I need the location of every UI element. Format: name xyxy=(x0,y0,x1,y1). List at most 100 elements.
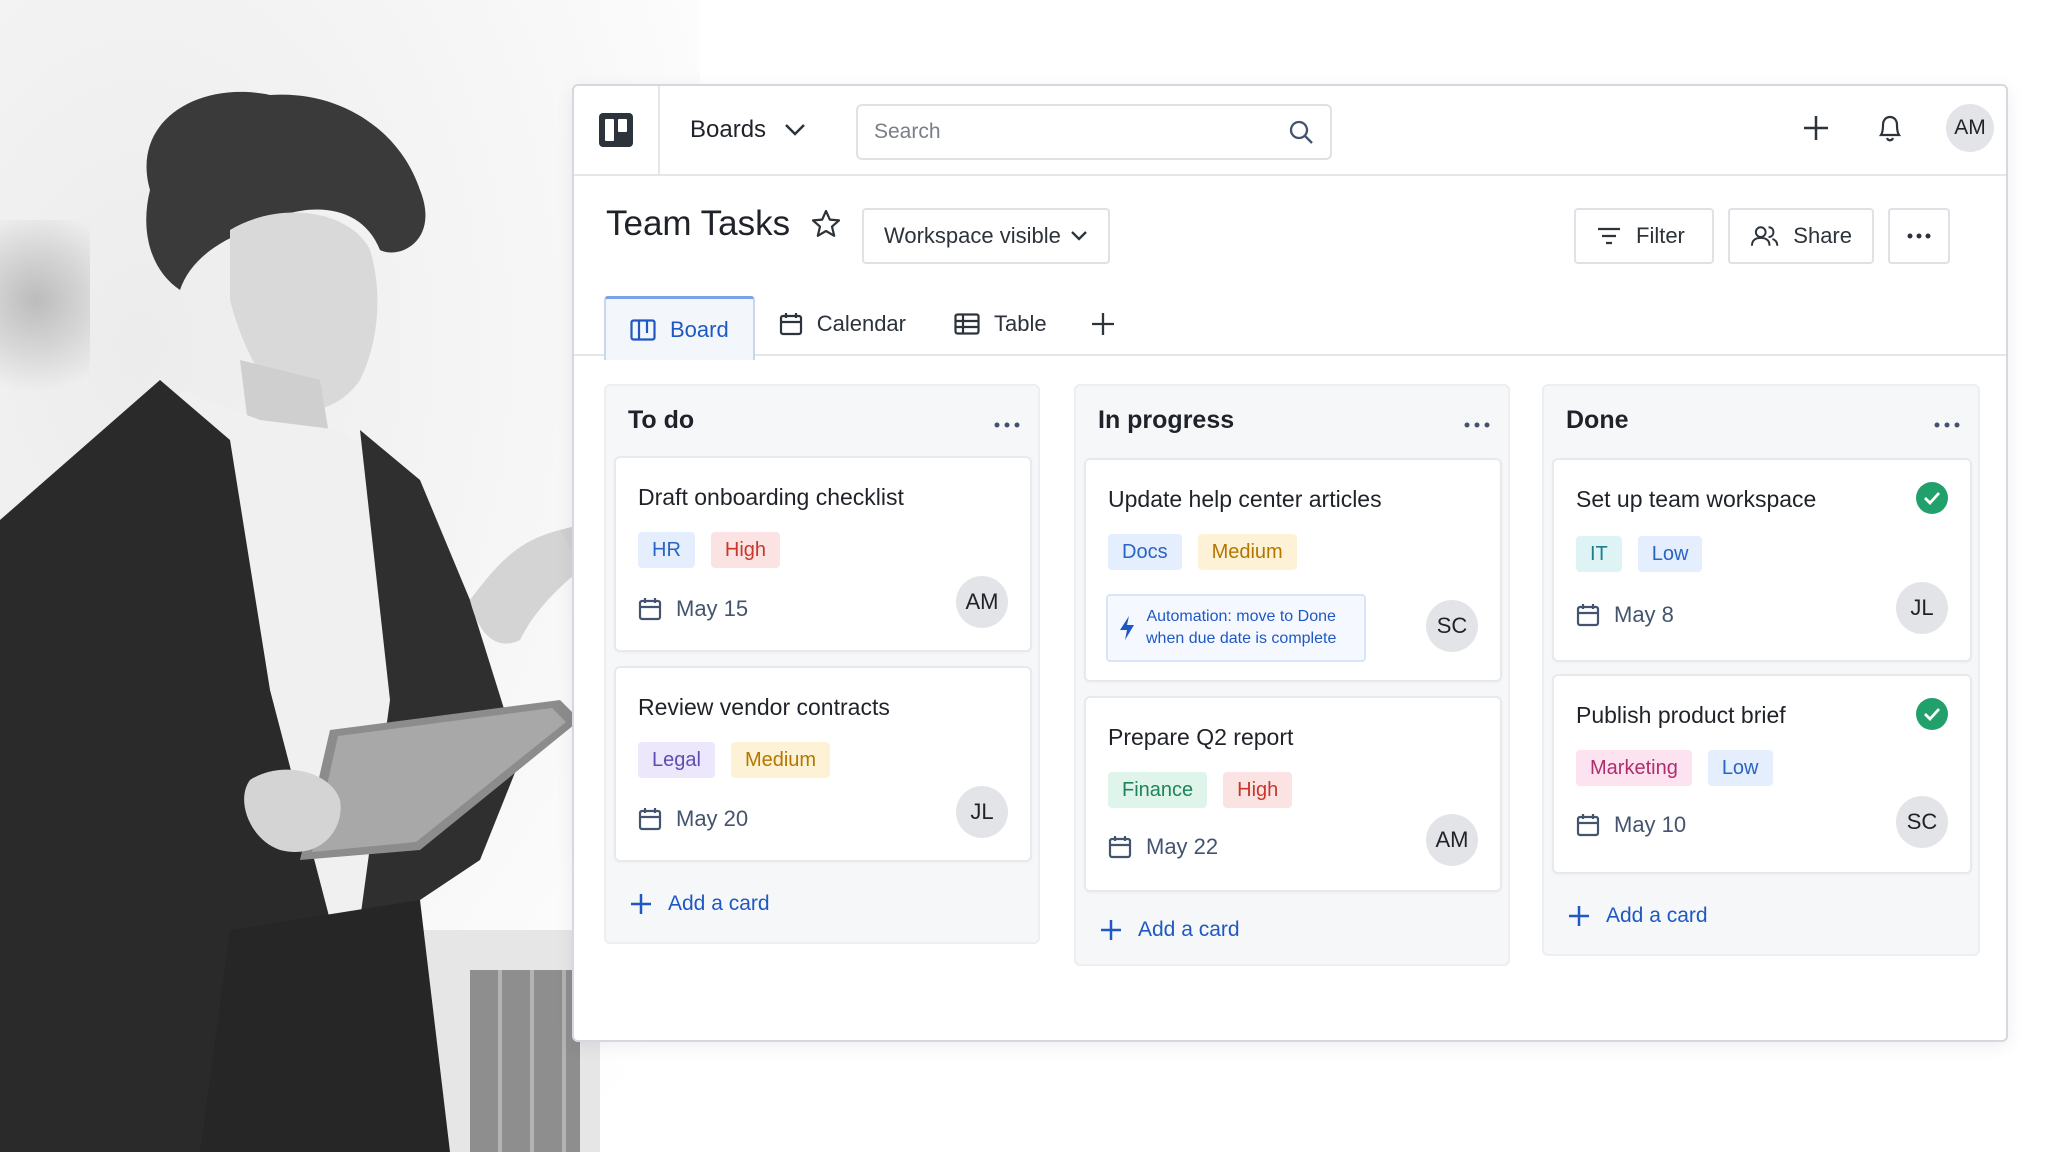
add-card-button[interactable]: Add a card xyxy=(1100,918,1240,942)
user-avatar[interactable]: AM xyxy=(1946,104,1994,152)
search-bar[interactable] xyxy=(856,104,1332,160)
star-icon xyxy=(811,209,841,237)
board-title: Team Tasks xyxy=(606,204,791,243)
column-more-button[interactable] xyxy=(1934,404,1960,435)
filter-icon xyxy=(1598,227,1620,245)
plus-icon xyxy=(1569,906,1589,926)
share-button[interactable]: Share xyxy=(1728,208,1874,264)
column-more-button[interactable] xyxy=(1464,404,1490,435)
boards-logo-icon xyxy=(599,113,633,147)
column-more-button[interactable] xyxy=(994,404,1020,435)
complete-check-icon xyxy=(1916,698,1948,730)
add-card-label: Add a card xyxy=(668,892,770,915)
assignee-avatar[interactable]: SC xyxy=(1426,600,1478,652)
logo-container[interactable] xyxy=(574,86,660,175)
card-title: Draft onboarding checklist xyxy=(638,484,904,510)
visibility-label: Workspace visible xyxy=(884,223,1061,248)
board-view-icon xyxy=(630,318,656,341)
due-date-text: May 20 xyxy=(676,806,749,831)
tag[interactable]: Marketing xyxy=(1576,750,1692,786)
lightning-icon xyxy=(1120,616,1134,640)
tag[interactable]: Legal xyxy=(638,742,715,778)
column-title: Done xyxy=(1566,406,1629,434)
add-card-button[interactable]: Add a card xyxy=(1568,904,1708,928)
priority-tag[interactable]: Low xyxy=(1637,536,1703,572)
calendar-icon xyxy=(638,808,662,831)
tab-table[interactable]: Table xyxy=(930,292,1071,356)
assignee-avatar[interactable]: SC xyxy=(1896,796,1948,848)
due-date: May 8 xyxy=(1576,602,1674,628)
priority-tag[interactable]: Medium xyxy=(1197,534,1297,570)
tag[interactable]: HR xyxy=(638,532,695,568)
card-title: Prepare Q2 report xyxy=(1108,724,1294,750)
calendar-icon xyxy=(1576,814,1600,837)
task-card[interactable]: Set up team workspace IT Low May 8 JL xyxy=(1552,458,1972,662)
star-button[interactable] xyxy=(810,208,842,245)
view-tabs: Board Calendar Table xyxy=(604,292,1135,362)
bell-icon xyxy=(1878,115,1902,142)
more-horizontal-icon xyxy=(994,422,1020,428)
calendar-icon xyxy=(1576,604,1600,627)
assignee-avatar[interactable]: JL xyxy=(956,786,1008,838)
due-date: May 10 xyxy=(1576,812,1686,838)
calendar-icon xyxy=(1108,836,1132,859)
card-tags: Finance High xyxy=(1108,772,1293,808)
create-button[interactable] xyxy=(1798,110,1834,146)
add-card-label: Add a card xyxy=(1606,904,1708,927)
task-card[interactable]: Draft onboarding checklist HR High May 1… xyxy=(614,456,1032,652)
add-card-label: Add a card xyxy=(1138,918,1240,941)
search-input[interactable] xyxy=(874,120,1254,144)
plus-icon xyxy=(1091,313,1114,335)
due-date-text: May 8 xyxy=(1614,602,1674,627)
priority-tag[interactable]: Low xyxy=(1707,750,1773,786)
assignee-avatar[interactable]: AM xyxy=(956,576,1008,628)
plus-icon xyxy=(1101,920,1121,940)
task-card[interactable]: Publish product brief Marketing Low May … xyxy=(1552,674,1972,874)
tag[interactable]: Finance xyxy=(1108,772,1208,808)
card-title: Update help center articles xyxy=(1108,486,1382,512)
assignee-avatar[interactable]: JL xyxy=(1896,582,1948,634)
calendar-icon xyxy=(638,598,662,621)
card-tags: Legal Medium xyxy=(638,742,831,778)
more-horizontal-icon xyxy=(1464,422,1490,428)
column-title: To do xyxy=(628,406,695,434)
boards-menu-button[interactable]: Boards xyxy=(690,116,806,144)
card-tags: Marketing Low xyxy=(1576,750,1773,786)
card-title: Publish product brief xyxy=(1576,702,1786,728)
task-card[interactable]: Prepare Q2 report Finance High May 22 AM xyxy=(1084,696,1502,892)
tab-calendar-label: Calendar xyxy=(816,311,906,336)
chevron-down-icon xyxy=(785,124,805,136)
plus-icon xyxy=(1804,116,1828,140)
complete-check-icon xyxy=(1916,482,1948,514)
tab-calendar[interactable]: Calendar xyxy=(755,292,930,356)
board-more-button[interactable] xyxy=(1888,208,1950,264)
priority-tag[interactable]: High xyxy=(710,532,781,568)
tag[interactable]: IT xyxy=(1576,536,1622,572)
priority-tag[interactable]: High xyxy=(1223,772,1293,808)
visibility-dropdown[interactable]: Workspace visible xyxy=(862,208,1110,264)
calendar-icon xyxy=(779,313,802,336)
automation-line-1: Automation: move to Done xyxy=(1146,608,1336,625)
table-icon xyxy=(954,313,980,335)
tag[interactable]: Docs xyxy=(1108,534,1182,570)
add-card-button[interactable]: Add a card xyxy=(630,892,770,916)
card-tags: HR High xyxy=(638,532,781,568)
filter-button[interactable]: Filter xyxy=(1574,208,1714,264)
tab-board[interactable]: Board xyxy=(604,296,755,360)
card-tags: Docs Medium xyxy=(1108,534,1297,570)
add-view-button[interactable] xyxy=(1071,292,1135,356)
column-done: Done Set up team workspace IT Low May 8 … xyxy=(1542,384,1980,956)
search-icon[interactable] xyxy=(1288,119,1314,145)
task-card[interactable]: Review vendor contracts Legal Medium May… xyxy=(614,666,1032,862)
due-date-text: May 22 xyxy=(1146,834,1219,859)
assignee-avatar[interactable]: AM xyxy=(1426,814,1478,866)
task-card[interactable]: Update help center articles Docs Medium … xyxy=(1084,458,1502,682)
priority-tag[interactable]: Medium xyxy=(730,742,831,778)
app-window: Boards AM Team Tasks Workspace visible F… xyxy=(572,84,2008,1042)
users-icon xyxy=(1750,226,1779,246)
share-label: Share xyxy=(1793,223,1852,248)
automation-rule[interactable]: Automation: move to Done when due date i… xyxy=(1106,594,1366,662)
notifications-button[interactable] xyxy=(1872,110,1908,146)
due-date-text: May 10 xyxy=(1614,812,1687,837)
due-date: May 15 xyxy=(638,596,748,622)
